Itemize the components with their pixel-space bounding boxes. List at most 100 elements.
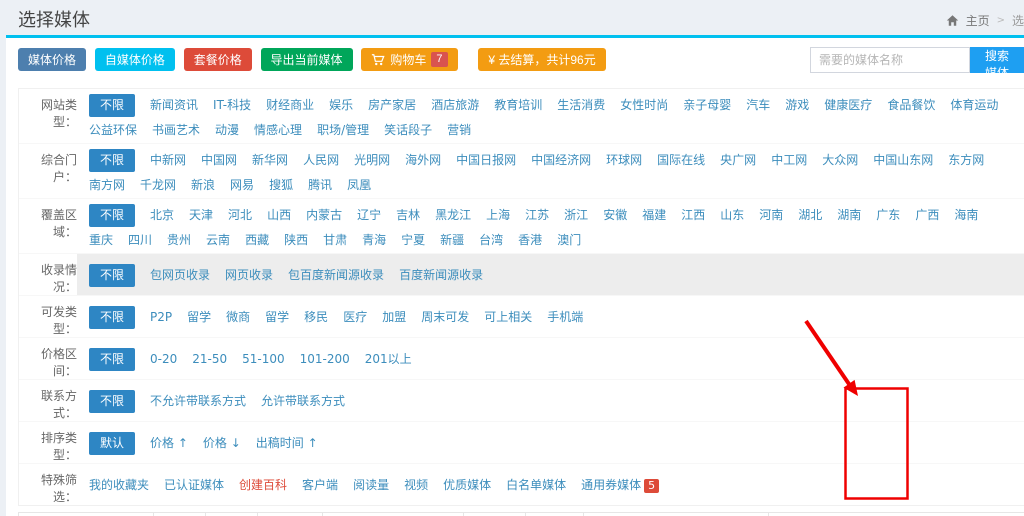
filter-option[interactable]: 宁夏 bbox=[401, 231, 425, 250]
filter-option[interactable]: 教育培训 bbox=[494, 96, 542, 115]
filter-option[interactable]: 不限 bbox=[89, 348, 135, 371]
search-media-button[interactable]: 搜索媒体 bbox=[970, 47, 1024, 73]
filter-option[interactable]: 价格 ↓ bbox=[203, 434, 241, 453]
filter-option[interactable]: 阅读量 bbox=[353, 476, 389, 495]
filter-option[interactable]: 出稿时间 ↑ bbox=[256, 434, 318, 453]
filter-option[interactable]: 微商 bbox=[226, 308, 250, 327]
filter-option[interactable]: 移民 bbox=[304, 308, 328, 327]
filter-option[interactable]: 中国网 bbox=[201, 151, 237, 170]
filter-option[interactable]: 吉林 bbox=[396, 206, 420, 225]
filter-option[interactable]: 新闻资讯 bbox=[150, 96, 198, 115]
filter-option[interactable]: 亲子母婴 bbox=[683, 96, 731, 115]
filter-option[interactable]: 留学 bbox=[187, 308, 211, 327]
filter-option[interactable]: 海南 bbox=[954, 206, 978, 225]
filter-option[interactable]: 千龙网 bbox=[140, 176, 176, 195]
filter-option[interactable]: 财经商业 bbox=[266, 96, 314, 115]
filter-option[interactable]: 云南 bbox=[206, 231, 230, 250]
cart-button[interactable]: 购物车 7 bbox=[361, 48, 457, 71]
filter-option[interactable]: 视频 bbox=[404, 476, 428, 495]
filter-option[interactable]: 广西 bbox=[915, 206, 939, 225]
filter-option[interactable]: 中国经济网 bbox=[531, 151, 591, 170]
filter-option[interactable]: 动漫 bbox=[215, 121, 239, 140]
filter-option[interactable]: 优质媒体 bbox=[443, 476, 491, 495]
filter-option[interactable]: 北京 bbox=[150, 206, 174, 225]
filter-option[interactable]: P2P bbox=[150, 308, 172, 327]
filter-option[interactable]: 山东 bbox=[720, 206, 744, 225]
filter-option[interactable]: 不限 bbox=[89, 306, 135, 329]
filter-option[interactable]: 游戏 bbox=[785, 96, 809, 115]
filter-option[interactable]: 不限 bbox=[89, 390, 135, 413]
filter-option[interactable]: 西藏 bbox=[245, 231, 269, 250]
filter-option[interactable]: 网易 bbox=[230, 176, 254, 195]
filter-option[interactable]: 百度新闻源收录 bbox=[399, 266, 483, 285]
filter-option[interactable]: 创建百科 bbox=[239, 476, 287, 495]
filter-option[interactable]: 留学 bbox=[265, 308, 289, 327]
filter-option[interactable]: 内蒙古 bbox=[306, 206, 342, 225]
filter-option[interactable]: 贵州 bbox=[167, 231, 191, 250]
filter-option[interactable]: 体育运动 bbox=[950, 96, 998, 115]
filter-option[interactable]: 101-200 bbox=[300, 350, 350, 369]
filter-option[interactable]: 汽车 bbox=[746, 96, 770, 115]
filter-option[interactable]: 大众网 bbox=[822, 151, 858, 170]
filter-option[interactable]: 房产家居 bbox=[368, 96, 416, 115]
filter-option[interactable]: 国际在线 bbox=[657, 151, 705, 170]
filter-option[interactable]: 娱乐 bbox=[329, 96, 353, 115]
filter-option[interactable]: 客户端 bbox=[302, 476, 338, 495]
filter-option[interactable]: 环球网 bbox=[606, 151, 642, 170]
filter-option[interactable]: 不限 bbox=[89, 264, 135, 287]
filter-option[interactable]: 南方网 bbox=[89, 176, 125, 195]
filter-option[interactable]: 中国日报网 bbox=[456, 151, 516, 170]
media-price-button[interactable]: 媒体价格 bbox=[18, 48, 86, 71]
filter-option[interactable]: 已认证媒体 bbox=[164, 476, 224, 495]
filter-option[interactable]: 不限 bbox=[89, 94, 135, 117]
filter-option[interactable]: 中工网 bbox=[771, 151, 807, 170]
filter-option[interactable]: 海外网 bbox=[405, 151, 441, 170]
filter-option[interactable]: 辽宁 bbox=[357, 206, 381, 225]
filter-option[interactable]: 上海 bbox=[486, 206, 510, 225]
filter-option[interactable]: 健康医疗 bbox=[824, 96, 872, 115]
filter-option[interactable]: 澳门 bbox=[557, 231, 581, 250]
filter-option[interactable]: 四川 bbox=[128, 231, 152, 250]
filter-option[interactable]: 手机端 bbox=[547, 308, 583, 327]
filter-option[interactable]: 可上相关 bbox=[484, 308, 532, 327]
filter-option[interactable]: 通用券媒体5 bbox=[581, 476, 659, 495]
filter-option[interactable]: 食品餐饮 bbox=[887, 96, 935, 115]
filter-option[interactable]: 重庆 bbox=[89, 231, 113, 250]
filter-option[interactable]: 书画艺术 bbox=[152, 121, 200, 140]
filter-option[interactable]: 央广网 bbox=[720, 151, 756, 170]
filter-option[interactable]: 新浪 bbox=[191, 176, 215, 195]
checkout-button[interactable]: ¥ 去结算，共计96元 bbox=[478, 48, 605, 71]
filter-option[interactable]: IT-科技 bbox=[213, 96, 251, 115]
filter-option[interactable]: 光明网 bbox=[354, 151, 390, 170]
filter-option[interactable]: 搜狐 bbox=[269, 176, 293, 195]
filter-option[interactable]: 0-20 bbox=[150, 350, 177, 369]
filter-option[interactable]: 包网页收录 bbox=[150, 266, 210, 285]
filter-option[interactable]: 价格 ↑ bbox=[150, 434, 188, 453]
filter-option[interactable]: 凤凰 bbox=[347, 176, 371, 195]
filter-option[interactable]: 陕西 bbox=[284, 231, 308, 250]
search-input[interactable] bbox=[810, 47, 970, 73]
filter-option[interactable]: 安徽 bbox=[603, 206, 627, 225]
filter-option[interactable]: 女性时尚 bbox=[620, 96, 668, 115]
filter-option[interactable]: 不限 bbox=[89, 149, 135, 172]
filter-option[interactable]: 福建 bbox=[642, 206, 666, 225]
filter-option[interactable]: 江苏 bbox=[525, 206, 549, 225]
package-price-button[interactable]: 套餐价格 bbox=[184, 48, 252, 71]
filter-option[interactable]: 广东 bbox=[876, 206, 900, 225]
filter-option[interactable]: 医疗 bbox=[343, 308, 367, 327]
filter-option[interactable]: 笑话段子 bbox=[384, 121, 432, 140]
filter-option[interactable]: 白名单媒体 bbox=[506, 476, 566, 495]
filter-option[interactable]: 营销 bbox=[447, 121, 471, 140]
filter-option[interactable]: 21-50 bbox=[192, 350, 227, 369]
filter-option[interactable]: 新华网 bbox=[252, 151, 288, 170]
filter-option[interactable]: 人民网 bbox=[303, 151, 339, 170]
filter-option[interactable]: 允许带联系方式 bbox=[261, 392, 345, 411]
filter-option[interactable]: 生活消费 bbox=[557, 96, 605, 115]
filter-option[interactable]: 酒店旅游 bbox=[431, 96, 479, 115]
filter-option[interactable]: 河北 bbox=[228, 206, 252, 225]
filter-option[interactable]: 甘肃 bbox=[323, 231, 347, 250]
filter-option[interactable]: 山西 bbox=[267, 206, 291, 225]
filter-option[interactable]: 香港 bbox=[518, 231, 542, 250]
filter-option[interactable]: 201以上 bbox=[365, 350, 412, 369]
export-current-media-button[interactable]: 导出当前媒体 bbox=[261, 48, 353, 71]
